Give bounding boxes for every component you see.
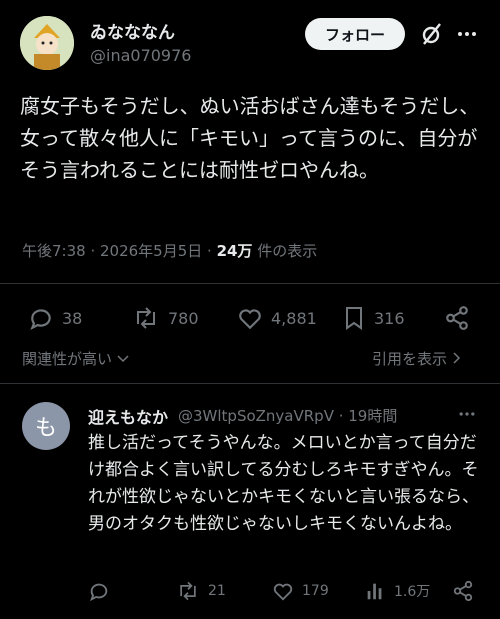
reply-button[interactable]: 38 <box>28 305 82 331</box>
repost-button[interactable]: 780 <box>132 305 199 331</box>
reply-like-count: 179 <box>302 583 329 599</box>
view-count: 24万 <box>216 242 253 260</box>
grok-icon[interactable] <box>418 20 446 48</box>
reply-count: 38 <box>62 308 83 328</box>
reply-like-button[interactable]: 179 <box>272 580 329 602</box>
reply-display-name[interactable]: 迎えもなか <box>88 404 168 428</box>
analytics-icon <box>367 583 382 600</box>
display-name[interactable]: ゐなななん <box>90 18 175 43</box>
reply-text: 推し活だってそうやんな。メロいとか言って自分だけ都合よく言い訳してる分むしろキモ… <box>88 433 479 534</box>
bookmark-icon <box>346 307 362 330</box>
sort-label: 関連性が高い <box>22 350 113 368</box>
like-button[interactable]: 4,881 <box>237 305 317 331</box>
chevron-right-icon <box>453 352 460 364</box>
reply-repost-button[interactable]: 21 <box>176 580 226 602</box>
divider <box>0 383 500 384</box>
reply-handle-time[interactable]: @3WltpSoZnyaVRpV · 19時間 <box>178 405 397 426</box>
post-meta: 午後7:38 · 2026年5月5日 · 24万 件の表示 <box>22 240 317 261</box>
bookmark-button[interactable]: 316 <box>342 305 405 331</box>
repost-icon <box>180 581 196 601</box>
reply-share-button[interactable] <box>452 580 482 602</box>
views-suffix: 件の表示 <box>252 242 318 260</box>
heart-icon <box>273 583 293 601</box>
view-quotes-link[interactable]: 引用を表示 <box>372 348 462 369</box>
avatar[interactable] <box>20 16 74 70</box>
reply-more-icon[interactable] <box>456 404 478 428</box>
handle[interactable]: @ina070976 <box>90 46 191 65</box>
reply-views-button[interactable]: 1.6万 <box>364 580 430 602</box>
reply-icon <box>30 309 51 330</box>
share-button[interactable] <box>444 305 478 331</box>
reply-reply-button[interactable] <box>88 580 118 602</box>
divider <box>0 283 500 284</box>
follow-button[interactable]: フォロー <box>305 18 405 50</box>
share-icon <box>453 580 473 602</box>
sort-relevance-dropdown[interactable]: 関連性が高い <box>22 348 129 369</box>
reply-view-count: 1.6万 <box>394 584 431 600</box>
reply-avatar-letter: も <box>34 416 57 441</box>
quote-label: 引用を表示 <box>372 350 448 368</box>
post-text: 腐女子もそうだし、ぬい活おばさん達もそうだし、女って散々他人に「キモい」って言う… <box>20 94 480 182</box>
more-icon[interactable] <box>455 22 479 46</box>
chevron-down-icon <box>117 355 129 363</box>
like-count: 4,881 <box>271 308 317 328</box>
heart-icon <box>239 309 261 330</box>
repost-icon <box>137 307 155 329</box>
share-icon <box>446 306 468 330</box>
reply-avatar[interactable]: も <box>22 402 70 450</box>
timestamp[interactable]: 午後7:38 · 2026年5月5日 · <box>22 242 217 260</box>
reply-repost-count: 21 <box>208 583 226 599</box>
reply-icon <box>89 583 108 602</box>
bookmark-count: 316 <box>374 308 405 328</box>
repost-count: 780 <box>168 308 199 328</box>
